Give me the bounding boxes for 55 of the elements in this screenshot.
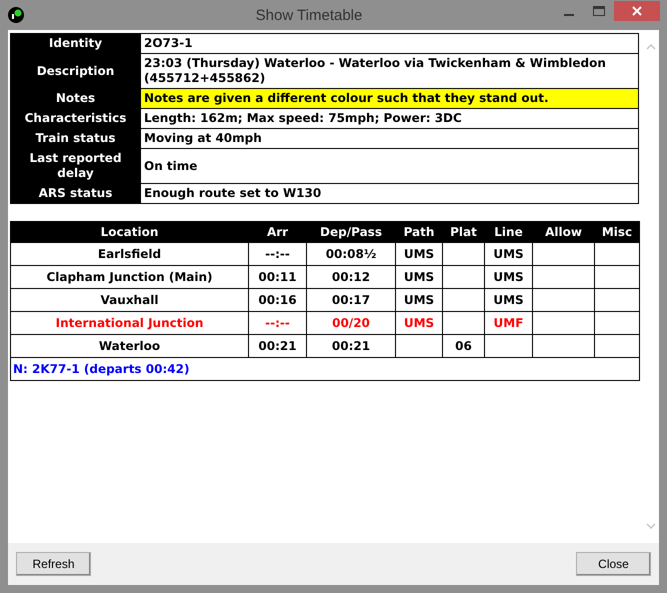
table-cell: UMS — [484, 242, 532, 266]
close-icon — [632, 6, 642, 16]
detail-value: On time — [140, 148, 638, 184]
table-cell: 00/20 — [306, 312, 396, 334]
detail-value: 2O73-1 — [140, 34, 638, 54]
table-cell: Clapham Junction (Main) — [10, 266, 248, 288]
table-cell: Waterloo — [10, 334, 248, 358]
column-header: Allow — [532, 222, 594, 242]
app-icon — [8, 7, 24, 23]
column-header: Misc — [594, 222, 640, 242]
maximize-icon — [593, 6, 605, 16]
detail-label: Description — [10, 54, 140, 88]
column-header: Arr — [248, 222, 306, 242]
refresh-button[interactable]: Refresh — [16, 552, 91, 576]
detail-label: Last reported delay — [10, 148, 140, 184]
table-cell: UMS — [396, 242, 442, 266]
table-cell: 00:17 — [306, 288, 396, 312]
table-cell: UMS — [396, 288, 442, 312]
table-cell: UMF — [484, 312, 532, 334]
detail-value: Length: 162m; Max speed: 75mph; Power: 3DC — [140, 108, 638, 128]
table-cell: UMS — [396, 312, 442, 334]
table-cell: Vauxhall — [10, 288, 248, 312]
note-value: Notes are given a different colour such that they stand out. — [140, 88, 638, 108]
column-header: Plat — [442, 222, 484, 242]
table-cell: 06 — [442, 334, 484, 358]
table-cell: UMS — [484, 266, 532, 288]
column-header: Line — [484, 222, 532, 242]
table-cell: 00:21 — [248, 334, 306, 358]
table-cell: UMS — [484, 288, 532, 312]
detail-label: Train status — [10, 128, 140, 148]
table-cell: UMS — [396, 266, 442, 288]
detail-label: Identity — [10, 34, 140, 54]
table-cell: --:-- — [248, 312, 306, 334]
table-cell: 00:08½ — [306, 242, 396, 266]
close-button[interactable] — [614, 0, 660, 20]
column-header: Dep/Pass — [306, 222, 396, 242]
table-cell: Earlsfield — [10, 242, 248, 266]
table-cell: 00:21 — [306, 334, 396, 358]
table-cell: 00:12 — [306, 266, 396, 288]
table-cell: 00:16 — [248, 288, 306, 312]
detail-value: Moving at 40mph — [140, 128, 638, 148]
detail-label: Notes — [10, 88, 140, 108]
next-working: N: 2K77-1 (departs 00:42) — [10, 358, 640, 380]
detail-label: ARS status — [10, 184, 140, 204]
detail-value: 23:03 (Thursday) Waterloo - Waterloo via Twickenham & Wimbledon (455712+455862) — [140, 54, 638, 88]
detail-label: Characteristics — [10, 108, 140, 128]
column-header: Location — [10, 222, 248, 242]
table-cell: --:-- — [248, 242, 306, 266]
table-cell: International Junction — [10, 312, 248, 334]
close-dialog-button[interactable]: Close — [576, 552, 651, 576]
column-header: Path — [396, 222, 442, 242]
detail-value: Enough route set to W130 — [140, 184, 638, 204]
minimize-icon — [564, 14, 574, 16]
window-title: Show Timetable — [254, 6, 364, 24]
table-cell: 00:11 — [248, 266, 306, 288]
